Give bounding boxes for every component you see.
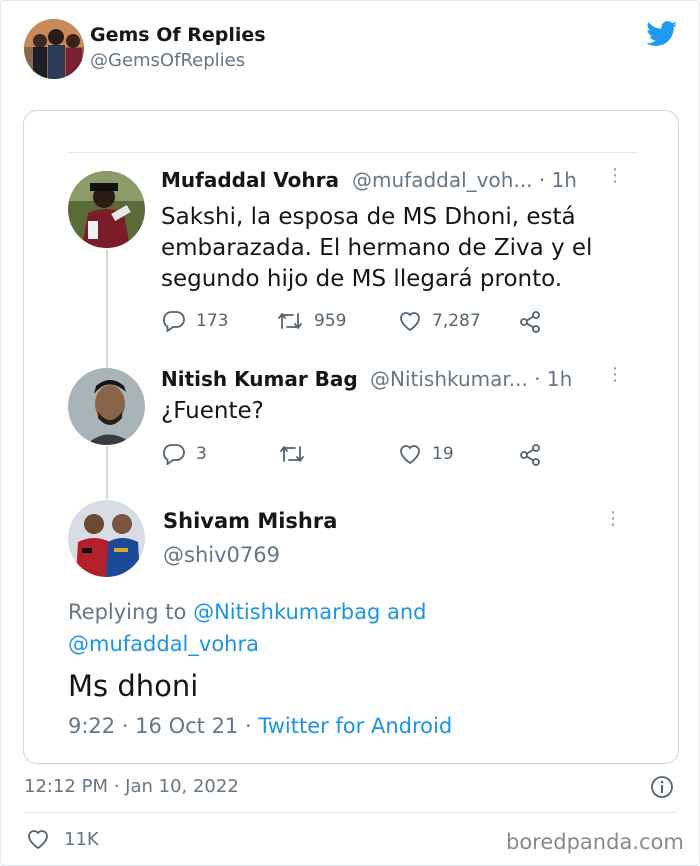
tweet1-retweet-action[interactable]: 959 xyxy=(276,310,346,332)
thread-connector xyxy=(106,249,108,368)
embed-like-count: 11K xyxy=(64,829,99,850)
tweet3-time[interactable]: 9:22 · 16 Oct 21 xyxy=(68,714,238,738)
tweet1-text-line1: Sakshi, la esposa de MS Dhoni, está xyxy=(161,204,576,230)
author-avatar[interactable] xyxy=(24,19,84,79)
tweet1-text-line3: segundo hijo de MS llegará pronto. xyxy=(161,266,563,292)
reply-icon xyxy=(163,444,185,465)
tweet2-retweet-action[interactable] xyxy=(278,443,306,465)
tweet3-source[interactable]: Twitter for Android xyxy=(258,714,452,738)
heart-icon xyxy=(400,445,420,465)
tweet2-text: ¿Fuente? xyxy=(161,398,264,424)
embed-like-icon[interactable] xyxy=(26,828,50,854)
tweet3-handle[interactable]: @shiv0769 xyxy=(163,543,280,567)
retweet-icon xyxy=(280,446,304,462)
thread-top-divider xyxy=(68,152,638,153)
tweet2-avatar[interactable] xyxy=(68,368,145,445)
tweet1-like-count: 7,287 xyxy=(432,311,481,331)
replying-and: and xyxy=(386,600,427,624)
tweet1-avatar[interactable] xyxy=(68,171,145,248)
tweet2-like-action[interactable]: 19 xyxy=(398,443,454,465)
meta-separator: · xyxy=(244,714,252,738)
author-name[interactable]: Gems Of Replies xyxy=(90,24,266,46)
tweet3-more-icon[interactable]: ⋮ xyxy=(604,510,622,528)
reply-icon xyxy=(163,311,185,332)
tweet3-avatar[interactable] xyxy=(68,500,145,577)
tweet2-more-icon[interactable]: ⋮ xyxy=(606,366,624,384)
tweet1-like-action[interactable]: 7,287 xyxy=(398,310,481,332)
embed-timestamp[interactable]: 12:12 PM · Jan 10, 2022 xyxy=(24,776,239,797)
tweet2-like-count: 19 xyxy=(432,444,454,464)
tweet3-meta: 9:22 · 16 Oct 21 · Twitter for Android xyxy=(68,714,452,738)
heart-icon xyxy=(400,312,420,332)
tweet1-retweet-count: 959 xyxy=(314,311,347,331)
twitter-bird-icon[interactable] xyxy=(646,21,678,51)
footer-divider xyxy=(24,812,676,813)
tweet2-reply-count: 3 xyxy=(196,444,207,464)
tweet1-more-icon[interactable]: ⋮ xyxy=(606,167,624,185)
author-handle[interactable]: @GemsOfReplies xyxy=(90,50,245,71)
tweet3-replying-to: Replying to @Nitishkumarbag and @mufadda… xyxy=(68,596,628,660)
tweet2-handle-time[interactable]: @Nitishkumar... · 1h xyxy=(370,367,572,391)
tweet2-name[interactable]: Nitish Kumar Bag xyxy=(161,367,358,391)
retweet-icon xyxy=(278,313,302,329)
info-icon[interactable] xyxy=(650,775,674,803)
watermark: boredpanda.com xyxy=(506,830,684,854)
share-icon xyxy=(520,311,540,333)
replying-user-link[interactable]: @Nitishkumarbag xyxy=(193,600,380,624)
tweet3-text: Ms dhoni xyxy=(68,669,199,703)
tweet2-share-action[interactable] xyxy=(518,443,542,467)
tweet1-reply-action[interactable]: 173 xyxy=(162,310,228,332)
tweet1-text-line2: embarazada. El hermano de Ziva y el xyxy=(161,235,593,261)
tweet2-reply-action[interactable]: 3 xyxy=(162,443,207,465)
tweet3-name[interactable]: Shivam Mishra xyxy=(163,509,337,533)
replying-prefix: Replying to xyxy=(68,600,187,624)
tweet1-share-action[interactable] xyxy=(518,310,542,334)
share-icon xyxy=(520,444,540,466)
tweet1-reply-count: 173 xyxy=(196,311,229,331)
tweet1-name[interactable]: Mufaddal Vohra xyxy=(161,168,339,192)
replying-user-link[interactable]: @mufaddal_vohra xyxy=(68,632,259,656)
thread-connector xyxy=(106,446,108,499)
tweet1-handle-time[interactable]: @mufaddal_voh... · 1h xyxy=(352,168,577,192)
